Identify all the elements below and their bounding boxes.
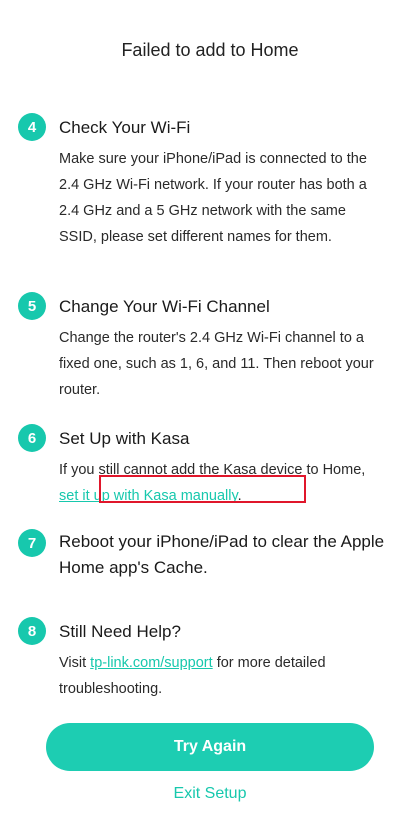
step-title: Set Up with Kasa xyxy=(59,429,190,448)
highlight-annotation-box xyxy=(99,475,306,503)
step-number-badge: 7 xyxy=(18,529,46,557)
step-number-badge: 8 xyxy=(18,617,46,645)
step-description: Change the router's 2.4 GHz Wi-Fi channe… xyxy=(59,330,374,398)
exit-setup-link[interactable]: Exit Setup xyxy=(0,785,420,803)
step-description: Make sure your iPhone/iPad is connected … xyxy=(59,151,367,245)
step-text: Visit xyxy=(59,655,91,671)
step-number-badge: 5 xyxy=(18,292,46,320)
try-again-button[interactable]: Try Again xyxy=(46,723,374,771)
step-title: Reboot your iPhone/iPad to clear the App… xyxy=(59,532,385,577)
step-title: Check Your Wi-Fi xyxy=(59,118,191,137)
page-title: Failed to add to Home xyxy=(121,40,299,60)
step-description: Visit tp-link.com/support for more detai… xyxy=(59,650,379,702)
step-number-badge: 6 xyxy=(18,424,46,452)
step-number-badge: 4 xyxy=(18,113,46,141)
step-title: Change Your Wi-Fi Channel xyxy=(59,297,270,316)
support-link[interactable]: tp-link.com/support xyxy=(90,655,213,671)
step-title: Still Need Help? xyxy=(59,622,181,641)
